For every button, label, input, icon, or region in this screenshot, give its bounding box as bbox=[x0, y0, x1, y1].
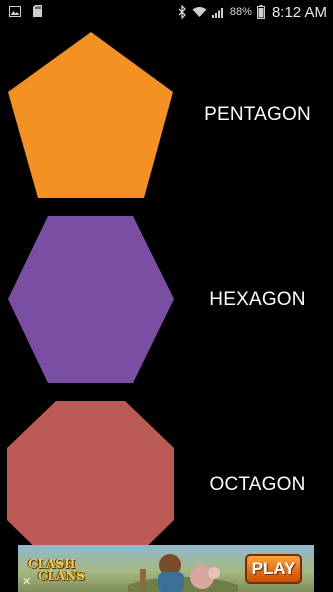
pentagon-shape[interactable] bbox=[6, 30, 176, 200]
status-bar: 88% 8:12 AM bbox=[0, 0, 333, 24]
image-icon bbox=[9, 5, 21, 17]
status-right: 88% 8:12 AM bbox=[178, 2, 327, 22]
hexagon-polygon bbox=[8, 216, 174, 383]
bluetooth-icon bbox=[178, 5, 187, 19]
ad-close-icon[interactable]: ✕ bbox=[22, 577, 31, 588]
octagon-label: OCTAGON bbox=[209, 474, 306, 495]
battery-icon bbox=[256, 5, 265, 19]
ad-logo-line2: CLANS bbox=[38, 569, 85, 583]
shape-row-hexagon[interactable]: HEXAGON bbox=[0, 215, 333, 385]
status-left bbox=[9, 5, 42, 17]
ad-logo: CLASH CLANS bbox=[28, 557, 102, 585]
pentagon-label: PENTAGON bbox=[204, 104, 311, 125]
hexagon-label: HEXAGON bbox=[209, 289, 306, 310]
ad-play-button[interactable]: PLAY bbox=[245, 554, 302, 584]
ad-artwork-image bbox=[128, 554, 238, 592]
status-clock: 8:12 AM bbox=[271, 3, 327, 21]
sd-card-icon bbox=[33, 5, 42, 17]
hexagon-shape[interactable] bbox=[6, 215, 176, 385]
wifi-icon bbox=[192, 6, 207, 18]
battery-percent: 88% bbox=[229, 6, 252, 18]
signal-icon bbox=[211, 6, 225, 18]
ad-banner[interactable]: CLASH CLANS PLAY ✕ bbox=[18, 545, 314, 592]
shape-row-pentagon[interactable]: PENTAGON bbox=[0, 30, 333, 200]
octagon-polygon bbox=[7, 401, 174, 568]
pentagon-polygon bbox=[8, 32, 173, 198]
